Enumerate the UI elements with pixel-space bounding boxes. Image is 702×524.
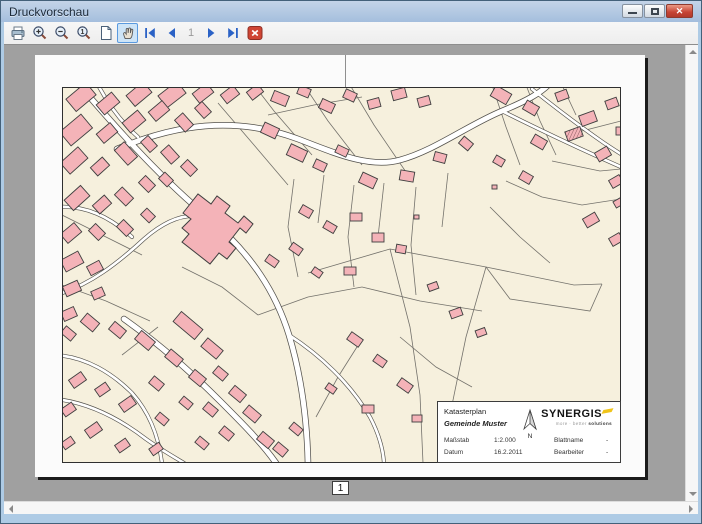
scroll-down-icon[interactable] <box>689 492 697 496</box>
map-legend: Katasterplan Gemeinde Muster Maßstab 1:2… <box>437 401 621 463</box>
scroll-left-icon[interactable] <box>9 505 13 513</box>
close-window-button[interactable]: ✕ <box>666 4 693 18</box>
editor-value: - <box>606 449 608 456</box>
print-preview-window: Druckvorschau ✕ <box>1 1 701 523</box>
date-value: 16.2.2011 <box>494 449 522 456</box>
preview-page: Katasterplan Gemeinde Muster Maßstab 1:2… <box>35 55 645 477</box>
toolbar-page-number: 1 <box>183 27 199 39</box>
client-area: 1 <box>4 22 698 514</box>
zoom-in-icon <box>32 25 48 41</box>
scroll-up-icon[interactable] <box>689 50 697 54</box>
pan-hand-icon <box>120 25 136 41</box>
print-button[interactable] <box>7 23 28 43</box>
printer-icon <box>10 25 26 41</box>
minimize-button[interactable] <box>622 4 643 18</box>
previous-page-button[interactable] <box>161 23 182 43</box>
first-page-icon <box>142 25 158 41</box>
zoom-actual-size-button[interactable]: 1 <box>73 23 94 43</box>
sheet-value: - <box>606 437 608 444</box>
zoom-out-button[interactable] <box>51 23 72 43</box>
window-title: Druckvorschau <box>1 5 89 19</box>
fold-mark <box>345 55 346 87</box>
north-label: N <box>520 433 540 440</box>
last-page-icon <box>225 25 241 41</box>
next-page-icon <box>203 25 219 41</box>
preview-viewport[interactable]: Katasterplan Gemeinde Muster Maßstab 1:2… <box>4 45 685 501</box>
zoom-actual-size-icon: 1 <box>76 25 92 41</box>
horizontal-scrollbar[interactable] <box>4 501 698 514</box>
logo-text: SYNERGIS <box>541 408 602 420</box>
editor-label: Bearbeiter <box>554 449 584 456</box>
zoom-in-button[interactable] <box>29 23 50 43</box>
minimize-icon <box>628 12 637 14</box>
maximize-icon <box>651 8 659 15</box>
logo-tagline: more · better solutions <box>541 421 612 426</box>
close-preview-button[interactable] <box>244 23 265 43</box>
next-page-button[interactable] <box>200 23 221 43</box>
caption-buttons: ✕ <box>622 4 693 18</box>
fit-page-button[interactable] <box>95 23 116 43</box>
previous-page-icon <box>164 25 180 41</box>
page-indicator: 1 <box>332 481 349 495</box>
zoom-out-icon <box>54 25 70 41</box>
fit-page-icon <box>98 25 114 41</box>
north-arrow-icon <box>521 408 539 432</box>
scale-label: Maßstab <box>444 437 469 444</box>
first-page-button[interactable] <box>139 23 160 43</box>
legend-subtitle: Gemeinde Muster <box>444 419 507 428</box>
toolbar: 1 <box>4 22 698 45</box>
date-label: Datum <box>444 449 463 456</box>
last-page-button[interactable] <box>222 23 243 43</box>
scroll-right-icon[interactable] <box>689 505 693 513</box>
north-arrow: N <box>520 408 540 442</box>
vertical-scrollbar[interactable] <box>685 45 698 501</box>
scale-value: 1:2.000 <box>494 437 516 444</box>
pan-tool-button[interactable] <box>117 23 138 43</box>
titlebar: Druckvorschau ✕ <box>1 1 701 22</box>
synergis-logo: SYNERGIS more · better solutions <box>541 408 612 426</box>
maximize-button[interactable] <box>644 4 665 18</box>
svg-text:1: 1 <box>80 29 84 36</box>
close-icon: ✕ <box>667 5 692 17</box>
legend-title: Katasterplan <box>444 407 486 416</box>
sheet-label: Blattname <box>554 437 583 444</box>
logo-swoosh-icon <box>601 408 613 414</box>
close-preview-icon <box>247 25 263 41</box>
